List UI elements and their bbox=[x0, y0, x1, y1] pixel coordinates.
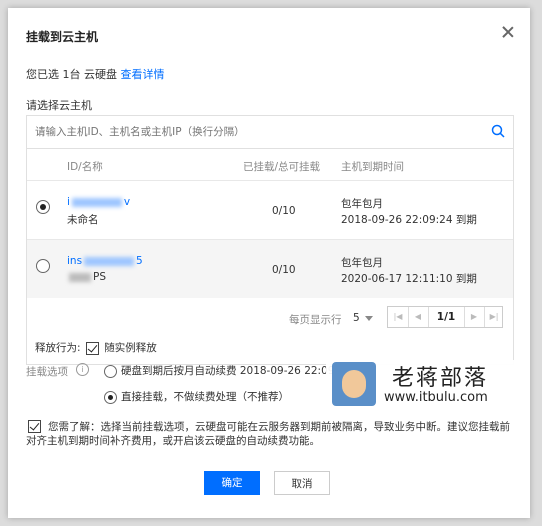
last-page-icon[interactable]: ▶| bbox=[484, 307, 504, 327]
mounted-count: 0/10 bbox=[272, 264, 296, 276]
row-radio[interactable] bbox=[36, 259, 50, 273]
notice-text: 您需了解：选择当前挂载选项，云硬盘可能在云服务器到期前被隔离，导致业务中断。建议… bbox=[26, 420, 516, 448]
first-page-icon[interactable]: |◀ bbox=[388, 307, 409, 327]
release-option-label: 随实例释放 bbox=[104, 342, 157, 354]
redacted-blur bbox=[71, 197, 122, 207]
view-details-link[interactable]: 查看详情 bbox=[121, 68, 165, 81]
search-bar bbox=[27, 116, 513, 149]
host-id-prefix: i bbox=[67, 196, 70, 208]
watermark: 老蒋部落 www.itbulu.com bbox=[326, 360, 526, 410]
notice: 您需了解：选择当前挂载选项，云硬盘可能在云服务器到期前被隔离，导致业务中断。建议… bbox=[26, 420, 516, 448]
billing-type: 包年包月 bbox=[341, 198, 383, 210]
notice-line-2: 对齐主机到期时间补齐费用，或开启该云硬盘的自动续费功能。 bbox=[26, 435, 320, 447]
expire-time: 2020-06-17 12:11:10 到期 bbox=[341, 273, 477, 285]
page-indicator: 1/1 bbox=[428, 307, 465, 327]
mount-dialog: 挂载到云主机 您已选 1台 云硬盘 查看详情 请选择云主机 ID/名称 已挂载/… bbox=[8, 8, 530, 518]
dialog-title: 挂载到云主机 bbox=[26, 30, 99, 44]
selection-summary: 您已选 1台 云硬盘 查看详情 bbox=[26, 66, 165, 82]
next-page-icon[interactable]: ▶ bbox=[464, 307, 485, 327]
close-icon[interactable] bbox=[502, 26, 514, 38]
table-header: ID/名称 已挂载/总可挂载 主机到期时间 bbox=[27, 149, 513, 179]
host-id-suffix: 5 bbox=[136, 255, 143, 267]
column-host-expire: 主机到期时间 bbox=[341, 161, 404, 173]
search-icon[interactable] bbox=[491, 124, 505, 138]
mount-option-direct[interactable]: 直接挂载，不做续费处理（不推荐） bbox=[104, 389, 289, 404]
confirm-button[interactable]: 确定 bbox=[204, 471, 260, 495]
notice-line-1: 您需了解：选择当前挂载选项，云硬盘可能在云服务器到期前被隔离，导致业务中断。建议… bbox=[48, 421, 510, 433]
option-radio[interactable] bbox=[104, 390, 117, 404]
avatar bbox=[332, 362, 376, 406]
search-input[interactable] bbox=[27, 116, 477, 148]
pagination: 每页显示行 5 |◀ ◀ 1/1 ▶ ▶| bbox=[27, 298, 513, 338]
host-id-link[interactable]: iv bbox=[67, 196, 130, 208]
host-id-prefix: ins bbox=[67, 255, 83, 267]
option-radio[interactable] bbox=[104, 364, 117, 378]
mount-options-label: 挂载选项 bbox=[26, 366, 68, 378]
host-id-link[interactable]: ins 5 bbox=[67, 255, 143, 267]
host-id-suffix: v bbox=[123, 196, 131, 208]
option-label: 硬盘到期后按月自动续费 2018-09-26 22:09 bbox=[121, 365, 335, 377]
host-table: ID/名称 已挂载/总可挂载 主机到期时间 iv 未命名 0/10 包年包月 2… bbox=[26, 115, 514, 365]
table-row[interactable]: ins 5 PS 0/10 包年包月 2020-06-17 12:11:10 到期 bbox=[27, 239, 513, 298]
release-checkbox[interactable] bbox=[85, 341, 99, 355]
release-label: 释放行为: bbox=[35, 342, 81, 354]
acknowledge-checkbox[interactable] bbox=[28, 420, 41, 433]
column-id-name: ID/名称 bbox=[67, 161, 103, 173]
chevron-down-icon[interactable] bbox=[365, 316, 373, 321]
page-controls: |◀ ◀ 1/1 ▶ ▶| bbox=[387, 306, 503, 328]
host-name-text: PS bbox=[93, 271, 106, 283]
cancel-button[interactable]: 取消 bbox=[274, 471, 330, 495]
release-behavior: 释放行为: 随实例释放 bbox=[35, 340, 157, 355]
mount-option-autorenew[interactable]: 硬盘到期后按月自动续费 2018-09-26 22:09 bbox=[104, 363, 334, 378]
host-name: 未命名 bbox=[67, 214, 99, 226]
per-page-select[interactable]: 5 bbox=[353, 312, 360, 324]
selection-text: 您已选 1台 云硬盘 bbox=[26, 68, 121, 81]
mounted-count: 0/10 bbox=[272, 205, 296, 217]
watermark-title: 老蒋部落 bbox=[392, 366, 489, 391]
host-name: PS bbox=[67, 271, 106, 283]
expire-time: 2018-09-26 22:09:24 到期 bbox=[341, 214, 477, 226]
watermark-url: www.itbulu.com bbox=[384, 390, 488, 405]
table-row[interactable]: iv 未命名 0/10 包年包月 2018-09-26 22:09:24 到期 bbox=[27, 180, 513, 239]
select-host-label: 请选择云主机 bbox=[26, 99, 92, 112]
column-mounted-count: 已挂载/总可挂载 bbox=[243, 161, 321, 173]
info-icon[interactable]: i bbox=[76, 363, 89, 376]
billing-type: 包年包月 bbox=[341, 257, 383, 269]
option-label: 直接挂载，不做续费处理（不推荐） bbox=[121, 391, 289, 403]
redacted-blur bbox=[69, 272, 91, 282]
row-radio[interactable] bbox=[36, 200, 50, 214]
per-page-label: 每页显示行 bbox=[289, 314, 342, 326]
redacted-blur bbox=[84, 256, 135, 266]
prev-page-icon[interactable]: ◀ bbox=[408, 307, 429, 327]
